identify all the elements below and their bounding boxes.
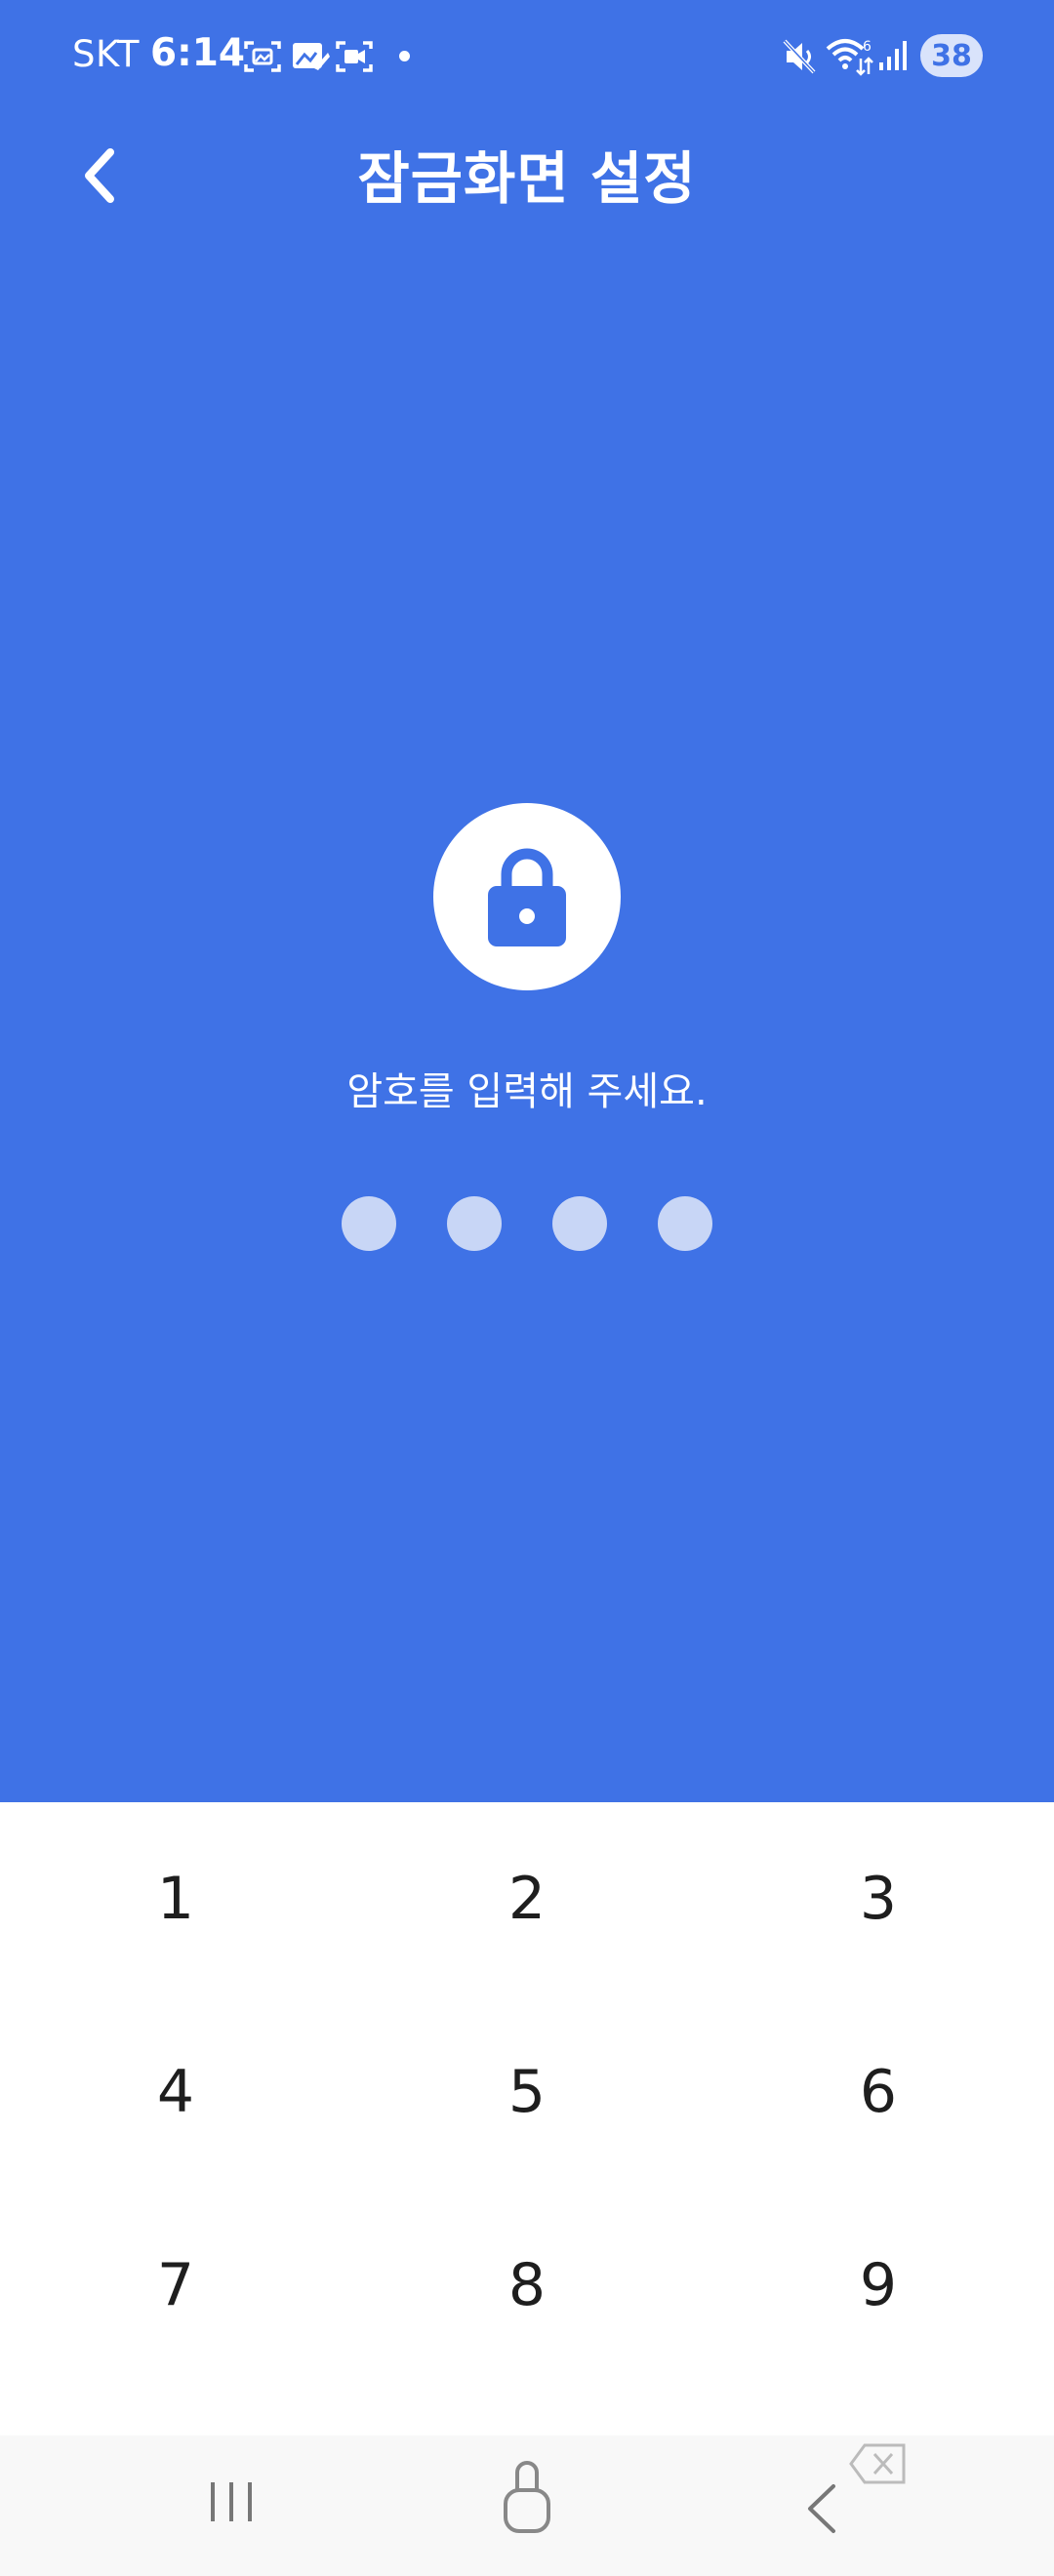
lock-icon (488, 848, 566, 946)
pin-dot (342, 1196, 396, 1251)
numeric-keypad: 1 2 3 4 5 6 7 8 9 (0, 1802, 1054, 2388)
password-prompt: 암호를 입력해 주세요. (346, 1069, 708, 1114)
svg-text:6: 6 (863, 39, 872, 55)
key-3[interactable]: 3 (703, 1802, 1054, 1995)
keyboard-delete-icon[interactable] (849, 2443, 908, 2490)
key-2[interactable]: 2 (351, 1802, 703, 1995)
back-icon[interactable] (802, 2482, 841, 2539)
carrier-label: SKT (72, 33, 140, 75)
mute-icon (783, 37, 818, 80)
key-1[interactable]: 1 (0, 1802, 351, 1995)
page-title: 잠금화면 설정 (357, 145, 697, 212)
key-6[interactable]: 6 (703, 1995, 1054, 2189)
status-bar: SKT 6:14 6 38 (0, 0, 1054, 113)
pin-dot (552, 1196, 607, 1251)
wifi-icon: 6 (826, 35, 874, 80)
key-4[interactable]: 4 (0, 1995, 351, 2189)
battery-icon: 38 (920, 34, 983, 77)
screenshot-icon (244, 39, 281, 78)
key-8[interactable]: 8 (351, 2189, 703, 2382)
pin-dot (447, 1196, 502, 1251)
pin-dot (658, 1196, 712, 1251)
key-7[interactable]: 7 (0, 2189, 351, 2382)
signal-icon (878, 39, 910, 76)
notification-dot (399, 51, 410, 61)
screen-record-icon (336, 39, 373, 78)
navigation-bar (0, 2435, 1054, 2576)
home-icon[interactable] (502, 2455, 552, 2539)
gallery-icon (291, 39, 330, 78)
key-9[interactable]: 9 (703, 2189, 1054, 2382)
key-5[interactable]: 5 (351, 1995, 703, 2189)
recent-apps-icon[interactable] (207, 2478, 256, 2529)
pin-indicator (0, 1196, 1054, 1251)
clock: 6:14 (150, 31, 246, 75)
lock-badge (433, 803, 621, 990)
